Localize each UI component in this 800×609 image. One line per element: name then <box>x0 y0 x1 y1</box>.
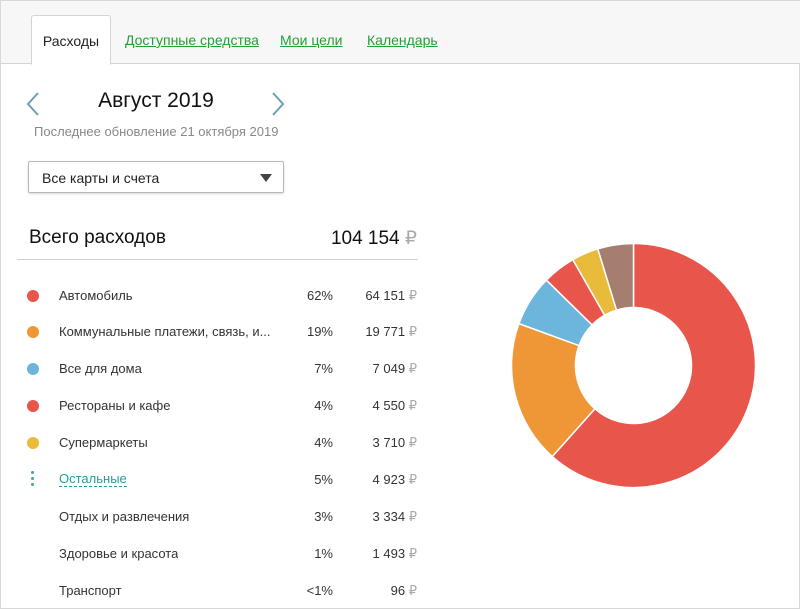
subcategory-row[interactable]: Отдых и развлечения 3% 3 334 ₽ <box>17 502 417 532</box>
category-color-dot <box>27 400 39 412</box>
divider <box>17 259 418 260</box>
category-currency: ₽ <box>408 472 417 487</box>
category-amount-value: 1 493 <box>372 546 406 561</box>
expenses-panel: Расходы Доступные средства Мои цели Кале… <box>0 0 800 609</box>
category-currency: ₽ <box>408 546 417 561</box>
others-row[interactable]: Остальные 5% 4 923 ₽ <box>17 465 417 495</box>
category-amount-value: 64 151 <box>365 288 406 303</box>
chevron-right-icon[interactable] <box>266 91 288 117</box>
category-amount: 64 151 ₽ <box>337 288 417 304</box>
category-color-dot <box>27 326 39 338</box>
accounts-filter-value: Все карты и счета <box>42 170 160 186</box>
category-name: Коммунальные платежи, связь, и... <box>59 324 271 339</box>
caret-down-icon <box>260 174 272 182</box>
total-expenses-label: Всего расходов <box>29 227 166 248</box>
tab-bar: Расходы Доступные средства Мои цели Кале… <box>1 1 800 65</box>
category-percent: 4% <box>314 398 333 413</box>
subcategory-row[interactable]: Здоровье и красота 1% 1 493 ₽ <box>17 539 417 569</box>
category-percent: 1% <box>314 546 333 561</box>
total-currency: ₽ <box>404 228 417 249</box>
category-amount: 4 923 ₽ <box>337 472 417 488</box>
chevron-left-icon[interactable] <box>23 91 45 117</box>
tab-my-goals[interactable]: Мои цели <box>280 15 343 65</box>
tab-available-funds[interactable]: Доступные средства <box>125 15 259 65</box>
category-name: Здоровье и красота <box>59 546 179 561</box>
category-row[interactable]: Все для дома 7% 7 049 ₽ <box>17 354 417 384</box>
category-name: Рестораны и кафе <box>59 398 171 413</box>
total-amount-value: 104 154 <box>330 228 400 249</box>
period-title: Август 2019 <box>98 89 214 112</box>
category-percent: <1% <box>306 583 333 598</box>
category-amount: 1 493 ₽ <box>337 546 417 562</box>
accounts-filter-select[interactable]: Все карты и счета <box>28 161 284 193</box>
category-amount: 3 334 ₽ <box>337 509 417 525</box>
category-currency: ₽ <box>408 361 417 376</box>
category-percent: 3% <box>314 509 333 524</box>
category-row[interactable]: Супермаркеты 4% 3 710 ₽ <box>17 428 417 458</box>
expenses-donut-chart <box>510 242 757 489</box>
category-name: Отдых и развлечения <box>59 509 190 524</box>
category-color-dot <box>27 437 39 449</box>
category-amount-value: 4 550 <box>372 398 406 413</box>
category-currency: ₽ <box>408 509 417 524</box>
category-row[interactable]: Коммунальные платежи, связь, и... 19% 19… <box>17 317 417 347</box>
category-amount-value: 3 334 <box>372 509 406 524</box>
category-amount: 3 710 ₽ <box>337 435 417 451</box>
category-color-dot <box>27 290 39 302</box>
last-updated-text: Последнее обновление 21 октября 2019 <box>34 124 279 139</box>
category-percent: 62% <box>306 288 333 303</box>
category-amount-value: 19 771 <box>365 324 406 339</box>
tab-expenses[interactable]: Расходы <box>31 15 111 65</box>
category-row[interactable]: Рестораны и кафе 4% 4 550 ₽ <box>17 391 417 421</box>
total-expenses-amount: 104 154 ₽ <box>291 227 417 250</box>
tab-calendar[interactable]: Календарь <box>367 15 438 65</box>
category-amount-value: 4 923 <box>372 472 406 487</box>
category-currency: ₽ <box>408 288 417 303</box>
category-amount: 96 ₽ <box>337 583 417 599</box>
category-name: Все для дома <box>59 361 142 376</box>
category-name: Супермаркеты <box>59 435 148 450</box>
category-row[interactable]: Автомобиль 62% 64 151 ₽ <box>17 281 417 311</box>
others-toggle-link[interactable]: Остальные <box>59 472 127 487</box>
subcategory-row[interactable]: Транспорт <1% 96 ₽ <box>17 576 417 606</box>
category-amount-value: 3 710 <box>372 435 406 450</box>
category-name: Транспорт <box>59 583 122 598</box>
vertical-dots-icon <box>31 471 34 487</box>
category-currency: ₽ <box>408 583 417 598</box>
category-amount: 4 550 ₽ <box>337 398 417 414</box>
category-amount: 7 049 ₽ <box>337 361 417 377</box>
category-percent: 19% <box>306 324 333 339</box>
category-currency: ₽ <box>408 324 417 339</box>
category-percent: 4% <box>314 435 333 450</box>
category-percent: 5% <box>314 472 333 487</box>
category-amount: 19 771 ₽ <box>337 324 417 340</box>
category-currency: ₽ <box>408 398 417 413</box>
category-amount-value: 96 <box>390 583 406 598</box>
category-color-dot <box>27 363 39 375</box>
category-name: Автомобиль <box>59 288 133 303</box>
category-amount-value: 7 049 <box>372 361 406 376</box>
category-percent: 7% <box>314 361 333 376</box>
category-currency: ₽ <box>408 435 417 450</box>
